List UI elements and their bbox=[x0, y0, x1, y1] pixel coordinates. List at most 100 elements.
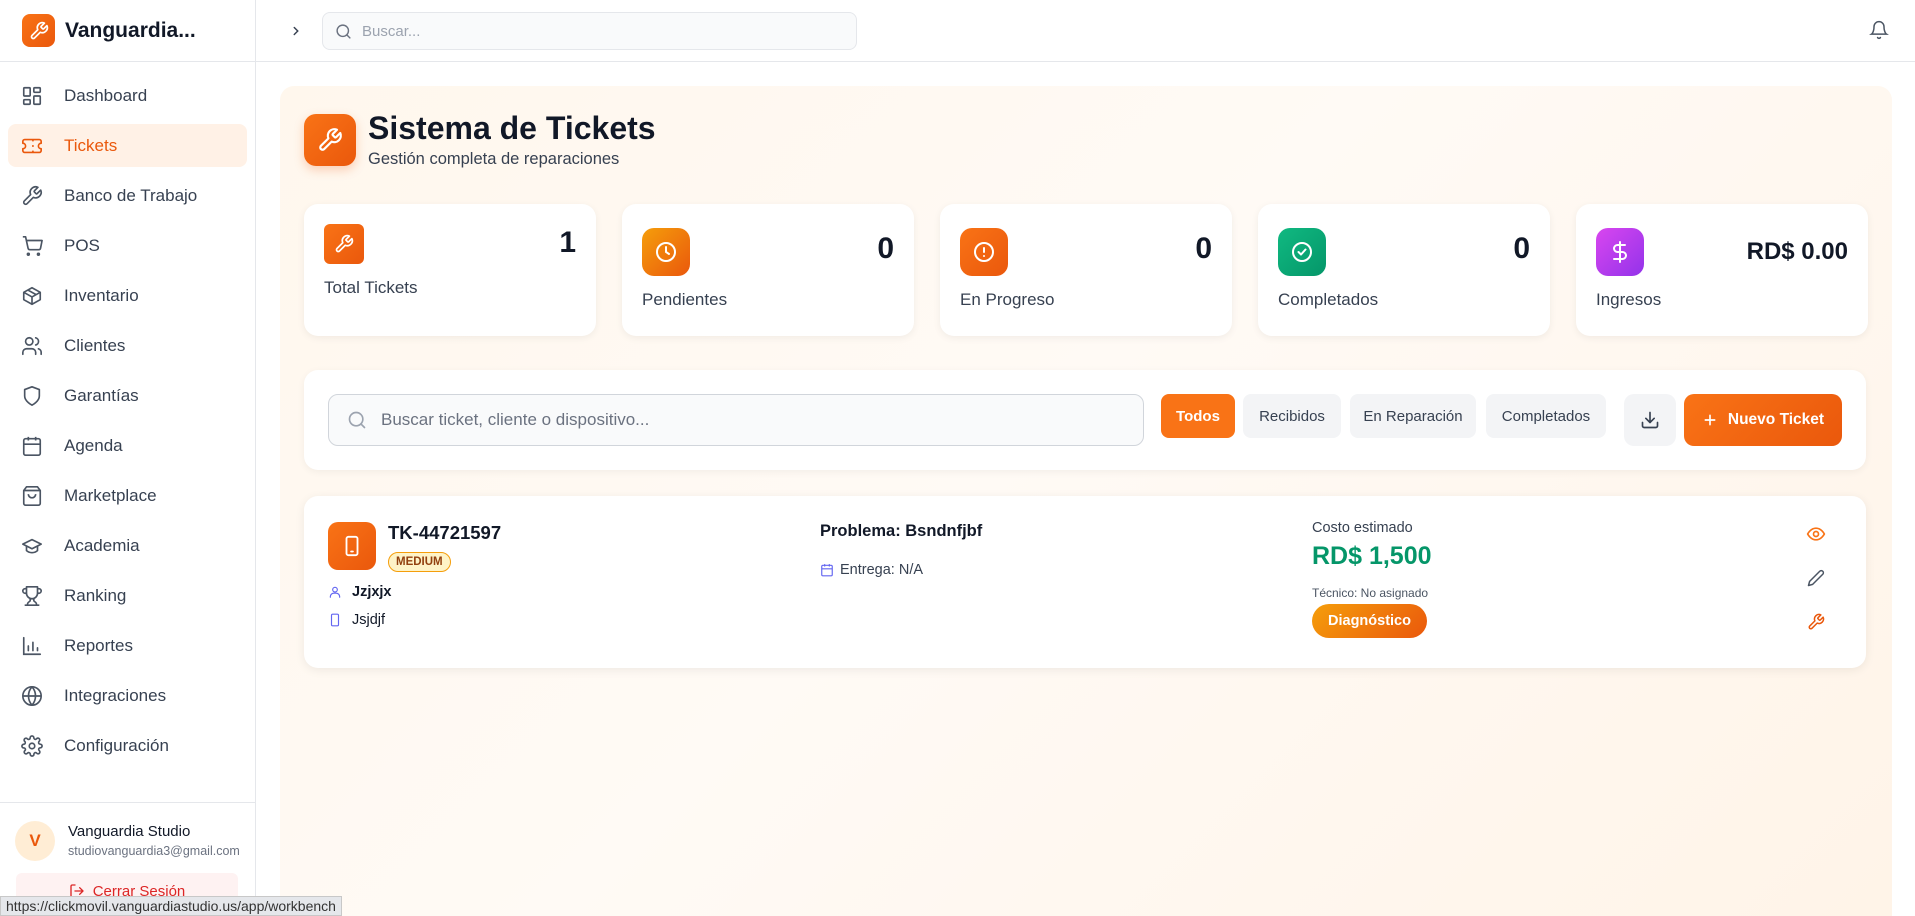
priority-badge: MEDIUM bbox=[388, 552, 451, 572]
status-bar-url: https://clickmovil.vanguardiastudio.us/a… bbox=[0, 896, 342, 916]
pencil-icon[interactable] bbox=[1804, 566, 1828, 590]
search-icon bbox=[348, 411, 366, 429]
sidebar-item-label: Clientes bbox=[64, 335, 126, 355]
page-subtitle: Gestión completa de reparaciones bbox=[368, 150, 620, 168]
smartphone-icon bbox=[330, 613, 340, 627]
avatar[interactable]: V bbox=[15, 821, 55, 861]
filter-completados-button[interactable]: Completados bbox=[1486, 394, 1606, 438]
sidebar-item-pos[interactable]: POS bbox=[8, 224, 247, 267]
stat-card-pendientes: 0 Pendientes bbox=[622, 204, 914, 336]
clock-icon bbox=[642, 228, 690, 276]
sidebar-item-label: Inventario bbox=[64, 285, 139, 305]
filter-en-reparacion-button[interactable]: En Reparación bbox=[1350, 394, 1476, 438]
sidebar-item-label: Banco de Trabajo bbox=[64, 185, 198, 205]
plus-icon bbox=[1704, 414, 1716, 426]
sidebar-item-clientes[interactable]: Clientes bbox=[8, 324, 247, 367]
sidebar: Vanguardia... Dashboard Tickets Banco de… bbox=[0, 0, 256, 916]
sidebar-item-marketplace[interactable]: Marketplace bbox=[8, 474, 247, 517]
sidebar-item-ranking[interactable]: Ranking bbox=[8, 574, 247, 617]
app-name: Vanguardia... bbox=[65, 18, 196, 42]
ticket-card[interactable]: TK-44721597 MEDIUM Jzjxjx Jsjdjf Problem… bbox=[304, 496, 1866, 668]
stat-value: RD$ 0.00 bbox=[1746, 238, 1848, 265]
sidebar-item-dashboard[interactable]: Dashboard bbox=[8, 74, 247, 117]
smartphone-icon bbox=[328, 522, 376, 570]
ticket-device: Jsjdjf bbox=[328, 612, 385, 628]
trophy-icon bbox=[20, 584, 44, 608]
sidebar-item-agenda[interactable]: Agenda bbox=[8, 424, 247, 467]
stat-card-total: 1 Total Tickets bbox=[304, 204, 596, 336]
user-name: Vanguardia Studio bbox=[68, 823, 191, 840]
sidebar-item-label: Configuración bbox=[64, 735, 169, 755]
wrench-icon bbox=[20, 184, 44, 208]
sidebar-item-label: Reportes bbox=[64, 635, 133, 655]
technician-text: Técnico: No asignado bbox=[1312, 586, 1429, 600]
sidebar-item-garantias[interactable]: Garantías bbox=[8, 374, 247, 417]
calendar-icon bbox=[821, 564, 833, 577]
filter-todos-button[interactable]: Todos bbox=[1161, 394, 1235, 438]
stat-label: Pendientes bbox=[642, 290, 728, 309]
eye-icon[interactable] bbox=[1804, 522, 1828, 546]
main-content: Sistema de Tickets Gestión completa de r… bbox=[280, 86, 1892, 916]
bar-chart-icon bbox=[20, 634, 44, 658]
calendar-icon bbox=[20, 434, 44, 458]
user-icon bbox=[329, 586, 341, 598]
check-circle-icon bbox=[1278, 228, 1326, 276]
download-icon bbox=[1641, 411, 1659, 429]
ticket-problem: Problema: Bsndnfjbf bbox=[820, 522, 983, 540]
brand[interactable]: Vanguardia... bbox=[0, 0, 255, 62]
sidebar-item-label: Marketplace bbox=[64, 485, 157, 505]
stat-card-completados: 0 Completados bbox=[1258, 204, 1550, 336]
wrench-icon bbox=[22, 14, 55, 47]
stat-label: En Progreso bbox=[960, 290, 1055, 309]
shield-icon bbox=[20, 384, 44, 408]
sidebar-item-label: Tickets bbox=[64, 135, 118, 155]
sidebar-item-inventario[interactable]: Inventario bbox=[8, 274, 247, 317]
stat-card-ingresos: RD$ 0.00 Ingresos bbox=[1576, 204, 1868, 336]
delivery-text: Entrega: N/A bbox=[840, 562, 924, 578]
ticket-delivery: Entrega: N/A bbox=[820, 562, 923, 578]
search-icon bbox=[336, 23, 351, 39]
ticket-icon bbox=[20, 134, 44, 158]
alert-circle-icon bbox=[960, 228, 1008, 276]
box-icon bbox=[20, 284, 44, 308]
sidebar-item-integraciones[interactable]: Integraciones bbox=[8, 674, 247, 717]
sidebar-item-label: Ranking bbox=[64, 585, 127, 605]
ticket-search-input[interactable] bbox=[381, 410, 1121, 430]
sidebar-item-reportes[interactable]: Reportes bbox=[8, 624, 247, 667]
bell-icon[interactable] bbox=[1869, 20, 1889, 45]
sidebar-item-label: POS bbox=[64, 235, 100, 255]
sidebar-item-label: Agenda bbox=[64, 435, 123, 455]
stat-value: 1 bbox=[559, 226, 576, 259]
sidebar-item-tickets[interactable]: Tickets bbox=[8, 124, 247, 167]
wrench-icon[interactable] bbox=[1804, 610, 1828, 634]
globe-icon bbox=[20, 684, 44, 708]
graduation-cap-icon bbox=[20, 534, 44, 558]
chevron-right-icon[interactable] bbox=[286, 21, 306, 41]
sidebar-item-label: Dashboard bbox=[64, 85, 148, 105]
ticket-search[interactable] bbox=[328, 394, 1144, 446]
ticket-id: TK-44721597 bbox=[388, 522, 502, 543]
wrench-icon bbox=[304, 114, 356, 166]
new-ticket-button[interactable]: Nuevo Ticket bbox=[1684, 394, 1842, 446]
stat-value: 0 bbox=[1195, 232, 1212, 265]
stat-value: 0 bbox=[1513, 232, 1530, 265]
ticket-customer: Jzjxjx bbox=[328, 584, 392, 600]
global-search-input[interactable] bbox=[362, 22, 832, 40]
sidebar-item-academia[interactable]: Academia bbox=[8, 524, 247, 567]
filter-recibidos-button[interactable]: Recibidos bbox=[1243, 394, 1341, 438]
status-badge[interactable]: Diagnóstico bbox=[1312, 604, 1427, 638]
device-name: Jsjdjf bbox=[352, 612, 386, 628]
wrench-icon bbox=[324, 224, 364, 264]
global-search[interactable] bbox=[322, 12, 857, 50]
cost-label: Costo estimado bbox=[1312, 520, 1413, 536]
cart-icon bbox=[20, 234, 44, 258]
topbar bbox=[256, 0, 1915, 62]
sidebar-item-configuracion[interactable]: Configuración bbox=[8, 724, 247, 767]
users-icon bbox=[20, 334, 44, 358]
sidebar-nav: Dashboard Tickets Banco de Trabajo POS I… bbox=[0, 62, 255, 767]
download-button[interactable] bbox=[1624, 394, 1676, 446]
dashboard-icon bbox=[20, 84, 44, 108]
sidebar-item-label: Garantías bbox=[64, 385, 139, 405]
sidebar-item-banco-de-trabajo[interactable]: Banco de Trabajo bbox=[8, 174, 247, 217]
gear-icon bbox=[20, 734, 44, 758]
